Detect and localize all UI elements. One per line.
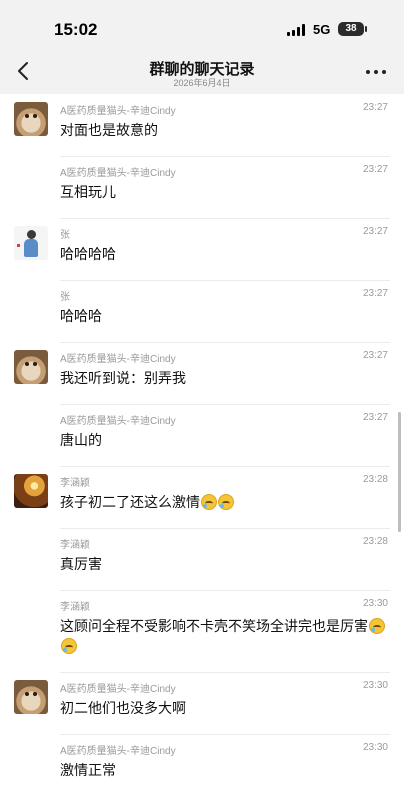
message-list[interactable]: A医药质量猫头-辛迪Cindy 23:27 对面也是故意的 A医药质量猫头-辛迪Cin… xyxy=(0,94,404,800)
message-time: 23:27 xyxy=(362,412,388,423)
signal-icon xyxy=(287,24,307,36)
sender-name: A医药质量猫头-辛迪Cindy xyxy=(60,746,176,757)
network-label: 5G xyxy=(313,22,331,37)
message-time: 23:28 xyxy=(362,474,388,485)
message-time: 23:27 xyxy=(362,164,388,175)
sender-name: A医药质量猫头-辛迪Cindy xyxy=(60,168,176,179)
sender-name: A医药质量猫头-辛迪Cindy xyxy=(60,354,176,365)
sender-name: 李涵颖 xyxy=(60,602,90,613)
avatar[interactable] xyxy=(14,102,48,136)
message-body: 初二他们也没多大啊 xyxy=(60,698,388,718)
message-body: 我还听到说：别弄我 xyxy=(60,368,388,388)
message-text: 激情正常 xyxy=(60,762,116,778)
divider xyxy=(60,218,390,219)
message-time: 23:30 xyxy=(362,742,388,753)
facepalm-emoji-icon xyxy=(201,494,217,510)
sender-name: A医药质量猫头-辛迪Cindy xyxy=(60,416,176,427)
divider xyxy=(60,404,390,405)
message-time: 23:30 xyxy=(362,598,388,609)
divider xyxy=(60,280,390,281)
more-dots-icon[interactable] xyxy=(365,68,387,76)
message-body: 这顾问全程不受影响不卡壳不笑场全讲完也是厉害 xyxy=(60,616,388,656)
facepalm-emoji-icon xyxy=(369,618,385,634)
message-row[interactable]: 张 23:27 哈哈哈 xyxy=(0,280,404,342)
avatar[interactable] xyxy=(14,226,48,260)
avatar-dot xyxy=(17,244,20,247)
message-body: 孩子初二了还这么激情 xyxy=(60,492,388,512)
message-body: 激情正常 xyxy=(60,760,388,780)
divider xyxy=(60,156,390,157)
divider xyxy=(60,672,390,673)
message-time: 23:28 xyxy=(362,536,388,547)
avatar-head xyxy=(27,230,36,239)
message-body: 唐山的 xyxy=(60,430,388,450)
sender-name: 张 xyxy=(60,292,70,303)
message-text: 这顾问全程不受影响不卡壳不笑场全讲完也是厉害 xyxy=(60,618,368,634)
avatar[interactable] xyxy=(14,474,48,508)
divider xyxy=(60,590,390,591)
message-row[interactable]: A医药质量猫头-辛迪Cindy 23:27 互相玩儿 xyxy=(0,156,404,218)
nav-header: 群聊的聊天记录 2026年6月4日 xyxy=(0,54,404,94)
message-row[interactable]: 李涵颖 23:28 真厉害 xyxy=(0,528,404,590)
sender-name: 李涵颖 xyxy=(60,478,90,489)
avatar-body xyxy=(24,239,38,257)
message-body: 互相玩儿 xyxy=(60,182,388,202)
message-body: 对面也是故意的 xyxy=(60,120,388,140)
divider xyxy=(60,342,390,343)
message-row[interactable]: 李涵颖 23:30 这顾问全程不受影响不卡壳不笑场全讲完也是厉害 xyxy=(0,590,404,672)
message-text: 孩子初二了还这么激情 xyxy=(60,494,200,510)
divider xyxy=(60,734,390,735)
message-text: 真厉害 xyxy=(60,556,102,572)
message-body: 哈哈哈哈 xyxy=(60,244,388,264)
message-row[interactable]: A医药质量猫头-辛迪Cindy 23:27 对面也是故意的 xyxy=(0,94,404,156)
sender-name: A医药质量猫头-辛迪Cindy xyxy=(60,684,176,695)
message-text: 初二他们也没多大啊 xyxy=(60,700,186,716)
message-text: 我还听到说：别弄我 xyxy=(60,370,186,386)
avatar[interactable] xyxy=(14,680,48,714)
divider xyxy=(60,528,390,529)
message-body: 真厉害 xyxy=(60,554,388,574)
message-text: 对面也是故意的 xyxy=(60,122,158,138)
facepalm-emoji-icon xyxy=(218,494,234,510)
message-text: 哈哈哈哈 xyxy=(60,246,116,262)
message-text: 互相玩儿 xyxy=(60,184,116,200)
message-text: 唐山的 xyxy=(60,432,102,448)
status-bar: 15:02 5G 38 xyxy=(0,0,404,54)
battery-icon: 38 xyxy=(338,22,367,36)
scrollbar[interactable] xyxy=(398,412,401,532)
message-time: 23:27 xyxy=(362,226,388,237)
message-row[interactable]: A医药质量猫头-辛迪Cindy 23:27 唐山的 xyxy=(0,404,404,466)
avatar[interactable] xyxy=(14,350,48,384)
message-time: 23:30 xyxy=(362,680,388,691)
message-row[interactable]: 张 23:27 哈哈哈哈 xyxy=(0,218,404,280)
message-time: 23:27 xyxy=(362,288,388,299)
message-row[interactable]: A医药质量猫头-辛迪Cindy 23:30 初二他们也没多大啊 xyxy=(0,672,404,734)
message-time: 23:27 xyxy=(362,102,388,113)
message-row[interactable]: A医药质量猫头-辛迪Cindy 23:30 激情正常 xyxy=(0,734,404,796)
message-row[interactable]: A医药质量猫头-辛迪Cindy 23:27 我还听到说：别弄我 xyxy=(0,342,404,404)
sender-name: A医药质量猫头-辛迪Cindy xyxy=(60,106,176,117)
page-subtitle: 2026年6月4日 xyxy=(173,78,231,88)
message-text: 哈哈哈 xyxy=(60,308,102,324)
message-time: 23:27 xyxy=(362,350,388,361)
message-body: 哈哈哈 xyxy=(60,306,388,326)
status-time: 15:02 xyxy=(54,20,98,39)
sender-name: 李涵颖 xyxy=(60,540,90,551)
facepalm-emoji-icon xyxy=(61,638,77,654)
divider xyxy=(60,466,390,467)
message-row[interactable]: 李涵颖 23:28 孩子初二了还这么激情 xyxy=(0,466,404,528)
sender-name: 张 xyxy=(60,230,70,241)
